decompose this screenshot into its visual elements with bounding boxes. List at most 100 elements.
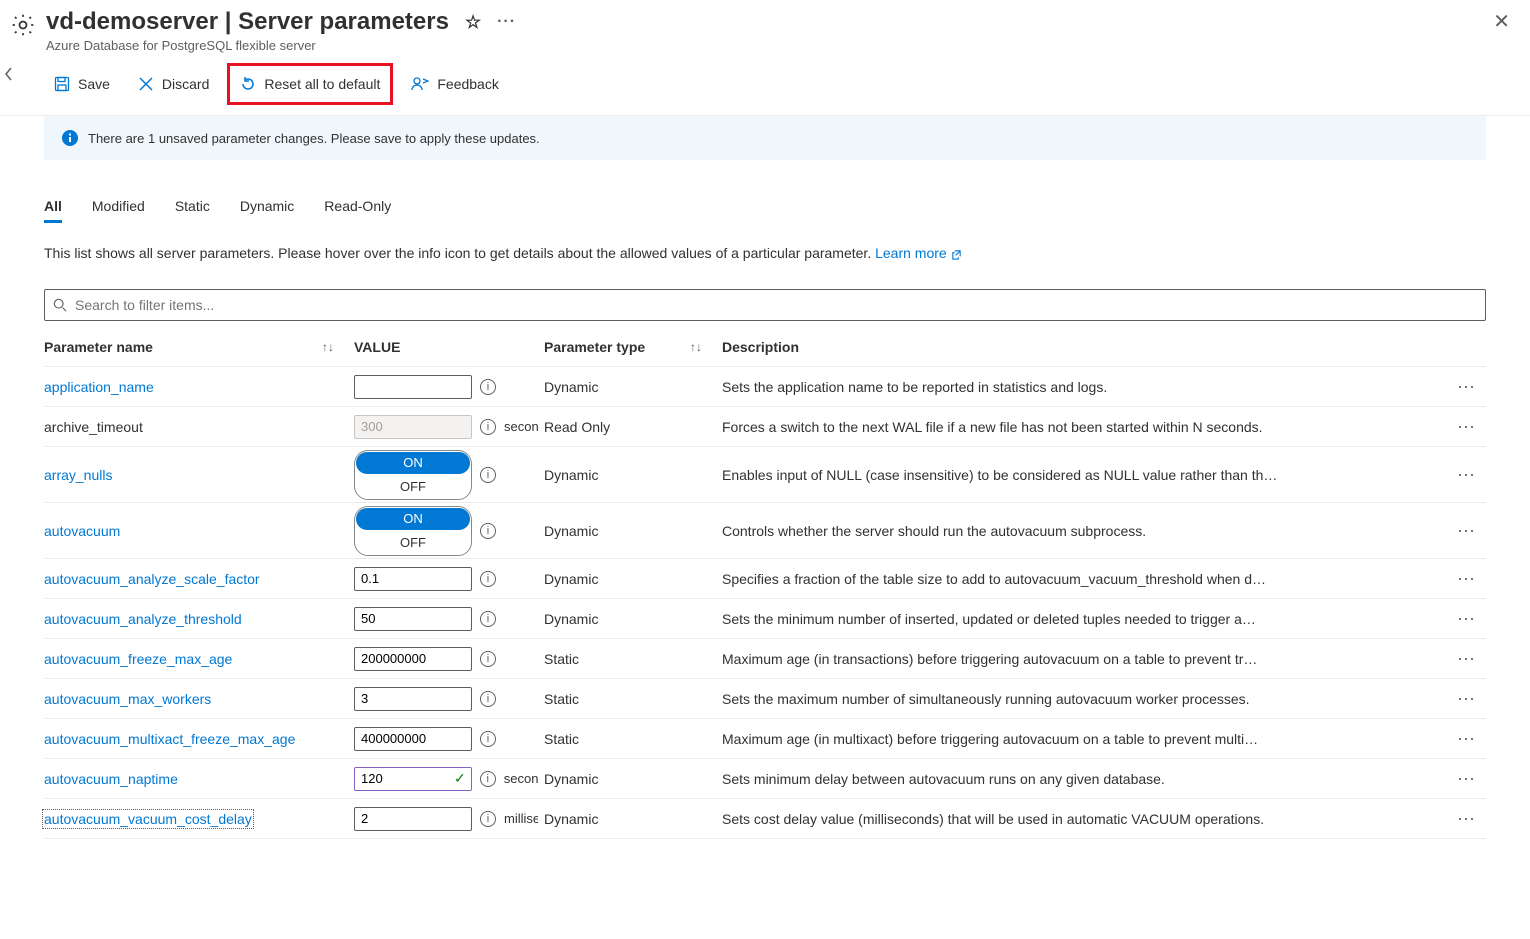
param-value-input[interactable] — [354, 807, 472, 831]
table-row: autovacuum_max_workers i StaticSets the ma… — [44, 679, 1486, 719]
param-type: Static — [544, 691, 722, 707]
info-icon[interactable]: i — [480, 691, 496, 707]
table-row: autovacuumONOFFiDynamicControls whether … — [44, 503, 1486, 559]
tab-all[interactable]: All — [44, 198, 62, 223]
row-more-icon[interactable]: ··· — [1446, 808, 1486, 829]
param-name-link[interactable]: autovacuum_multixact_freeze_max_age — [44, 731, 295, 747]
param-description: Sets cost delay value (milliseconds) tha… — [722, 811, 1446, 827]
param-type: Dynamic — [544, 571, 722, 587]
row-more-icon[interactable]: ··· — [1446, 376, 1486, 397]
info-icon[interactable]: i — [480, 771, 496, 787]
row-more-icon[interactable]: ··· — [1446, 464, 1486, 485]
info-icon[interactable]: i — [480, 419, 496, 435]
param-description: Sets minimum delay between autovacuum ru… — [722, 771, 1446, 787]
close-icon[interactable]: ✕ — [1493, 12, 1510, 32]
param-description: Sets the application name to be reported… — [722, 379, 1446, 395]
save-icon — [54, 76, 70, 92]
info-icon[interactable]: i — [480, 731, 496, 747]
table-row: autovacuum_multixact_freeze_max_ageiStat… — [44, 719, 1486, 759]
param-value-input[interactable] — [354, 687, 472, 711]
info-icon — [62, 130, 78, 146]
param-type: Static — [544, 651, 722, 667]
toggle-on-off[interactable]: ONOFF — [354, 506, 472, 556]
favorite-star-icon[interactable]: ☆ — [465, 12, 481, 33]
feedback-button[interactable]: Feedback — [401, 68, 508, 100]
param-name-link[interactable]: autovacuum_vacuum_cost_delay — [44, 811, 252, 827]
param-description: Specifies a fraction of the table size t… — [722, 571, 1446, 587]
info-icon[interactable]: i — [480, 571, 496, 587]
param-type: Dynamic — [544, 611, 722, 627]
unit-label: seconds — [504, 771, 538, 786]
search-input[interactable] — [73, 291, 1477, 319]
row-more-icon[interactable]: ··· — [1446, 648, 1486, 669]
info-icon[interactable]: i — [480, 811, 496, 827]
param-value-input — [354, 415, 472, 439]
info-banner: There are 1 unsaved parameter changes. P… — [44, 116, 1486, 160]
param-type: Dynamic — [544, 467, 722, 483]
table-row: application_nameiDynamicSets the applica… — [44, 367, 1486, 407]
tab-dynamic[interactable]: Dynamic — [240, 198, 294, 223]
table-row: autovacuum_naptime✓isecondsDynamicSets m… — [44, 759, 1486, 799]
param-value-input[interactable] — [354, 567, 472, 591]
param-value-input[interactable] — [354, 767, 472, 791]
unit-label: milliseconds — [504, 811, 538, 826]
chevron-left-icon[interactable] — [4, 67, 14, 81]
param-name-link[interactable]: array_nulls — [44, 467, 112, 483]
info-icon[interactable]: i — [480, 611, 496, 627]
row-more-icon[interactable]: ··· — [1446, 688, 1486, 709]
param-value-input[interactable] — [354, 375, 472, 399]
param-value-input[interactable] — [354, 727, 472, 751]
toggle-on-off[interactable]: ONOFF — [354, 450, 472, 500]
tab-static[interactable]: Static — [175, 198, 210, 223]
info-icon[interactable]: i — [480, 651, 496, 667]
table-row: archive_timeoutisecondsRead OnlyForces a… — [44, 407, 1486, 447]
table-row: autovacuum_vacuum_cost_delay i millisecond… — [44, 799, 1486, 839]
param-type: Dynamic — [544, 811, 722, 827]
param-type: Read Only — [544, 419, 722, 435]
save-button[interactable]: Save — [44, 68, 120, 100]
param-name-link[interactable]: autovacuum_max_workers — [44, 691, 211, 707]
param-name-link[interactable]: autovacuum_analyze_scale_factor — [44, 571, 260, 587]
search-icon — [53, 298, 67, 312]
info-icon[interactable]: i — [480, 379, 496, 395]
row-more-icon[interactable]: ··· — [1446, 608, 1486, 629]
col-description[interactable]: Description — [722, 339, 1446, 355]
table-row: autovacuum_analyze_scale_factor i DynamicS… — [44, 559, 1486, 599]
unit-label: seconds — [504, 419, 538, 434]
row-more-icon[interactable]: ··· — [1446, 768, 1486, 789]
info-icon[interactable]: i — [480, 467, 496, 483]
tab-read-only[interactable]: Read-Only — [324, 198, 391, 223]
param-name-link[interactable]: application_name — [44, 379, 154, 395]
param-name-link: archive_timeout — [44, 419, 143, 435]
row-more-icon[interactable]: ··· — [1446, 520, 1486, 541]
feedback-icon — [411, 76, 429, 92]
param-description: Maximum age (in transactions) before tri… — [722, 651, 1446, 667]
table-row: autovacuum_analyze_threshold i DynamicSets… — [44, 599, 1486, 639]
gear-icon — [10, 12, 36, 38]
parameter-search[interactable] — [44, 289, 1486, 321]
info-icon[interactable]: i — [480, 523, 496, 539]
param-description: Sets the minimum number of inserted, upd… — [722, 611, 1446, 627]
param-name-link[interactable]: autovacuum — [44, 523, 120, 539]
param-value-input[interactable] — [354, 607, 472, 631]
row-more-icon[interactable]: ··· — [1446, 728, 1486, 749]
tab-modified[interactable]: Modified — [92, 198, 145, 223]
page-title: vd-demoserver | Server parameters ☆ ··· — [46, 8, 1520, 36]
col-parameter-type[interactable]: Parameter type↑↓ — [544, 339, 722, 355]
col-value[interactable]: VALUE — [354, 339, 544, 355]
param-name-link[interactable]: autovacuum_freeze_max_age — [44, 651, 232, 667]
param-description: Enables input of NULL (case insensitive)… — [722, 467, 1446, 483]
param-description: Sets the maximum number of simultaneousl… — [722, 691, 1446, 707]
col-parameter-name[interactable]: Parameter name↑↓ — [44, 339, 354, 355]
param-type: Dynamic — [544, 523, 722, 539]
param-name-link[interactable]: autovacuum_analyze_threshold — [44, 611, 242, 627]
learn-more-link[interactable]: Learn more — [875, 245, 961, 261]
row-more-icon[interactable]: ··· — [1446, 568, 1486, 589]
discard-button[interactable]: Discard — [128, 68, 219, 100]
param-name-link[interactable]: autovacuum_naptime — [44, 771, 178, 787]
param-value-input[interactable] — [354, 647, 472, 671]
header-more-icon[interactable]: ··· — [497, 13, 516, 31]
row-more-icon[interactable]: ··· — [1446, 416, 1486, 437]
table-header: Parameter name↑↓ VALUE Parameter type↑↓ … — [44, 327, 1486, 367]
reset-all-button[interactable]: Reset all to default — [227, 63, 393, 105]
